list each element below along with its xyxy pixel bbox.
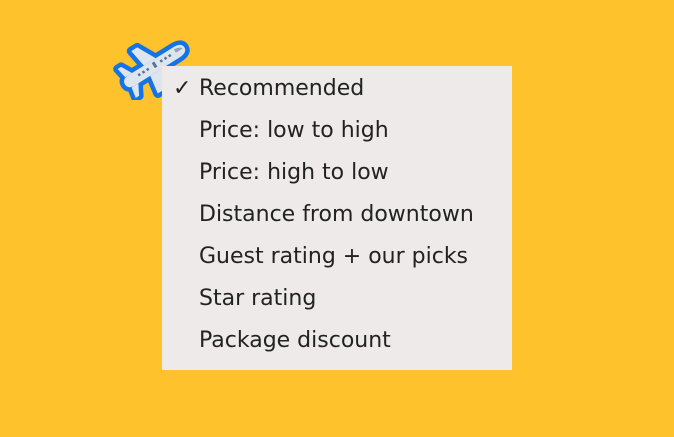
sort-option-package-discount[interactable]: Package discount <box>162 324 512 366</box>
sort-option-label: Price: low to high <box>199 118 389 143</box>
sort-option-guest-rating[interactable]: Guest rating + our picks <box>162 240 512 282</box>
sort-menu: ✓ Recommended Price: low to high Price: … <box>162 66 512 370</box>
sort-option-recommended[interactable]: ✓ Recommended <box>162 72 512 114</box>
sort-option-price-low-to-high[interactable]: Price: low to high <box>162 114 512 156</box>
sort-option-label: Star rating <box>199 286 317 311</box>
sort-option-price-high-to-low[interactable]: Price: high to low <box>162 156 512 198</box>
sort-option-label: Recommended <box>199 76 365 101</box>
sort-option-distance-from-downtown[interactable]: Distance from downtown <box>162 198 512 240</box>
checkmark-icon: ✓ <box>173 76 192 101</box>
page-background: ✓ Recommended Price: low to high Price: … <box>0 0 674 437</box>
sort-option-label: Package discount <box>199 328 391 353</box>
sort-option-label: Distance from downtown <box>199 202 474 227</box>
sort-option-label: Price: high to low <box>199 160 389 185</box>
sort-option-star-rating[interactable]: Star rating <box>162 282 512 324</box>
sort-option-label: Guest rating + our picks <box>199 244 469 269</box>
